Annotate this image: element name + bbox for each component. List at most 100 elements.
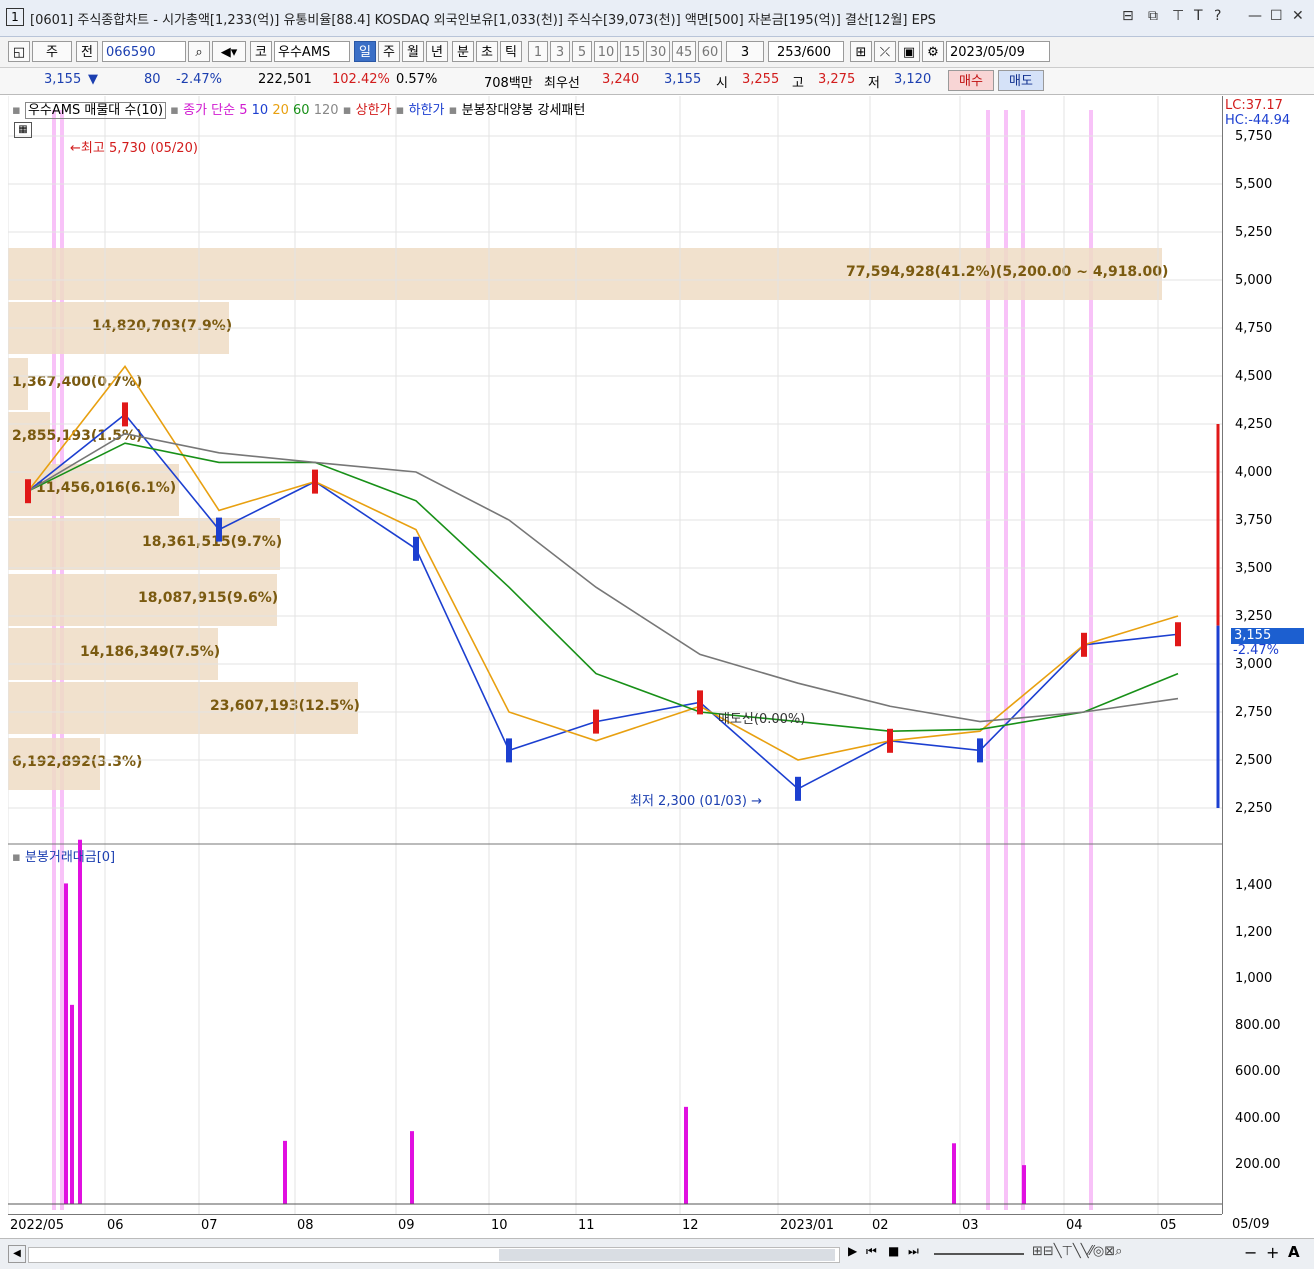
type-select[interactable]: 주 — [32, 41, 72, 62]
table-icon[interactable]: ▦ — [14, 122, 32, 138]
candle — [887, 728, 893, 753]
interval-5[interactable]: 5 — [572, 41, 592, 62]
help-icon[interactable]: ? — [1214, 8, 1221, 24]
minimize-icon[interactable]: — — [1248, 8, 1262, 24]
price-change: 80 — [144, 72, 161, 87]
candle — [506, 738, 512, 763]
window-number[interactable]: 1 — [6, 8, 24, 26]
volume-bar — [64, 883, 68, 1204]
legend-ma5[interactable]: 종가 단순 5 — [183, 103, 247, 118]
volume-tick-label: 1,000 — [1235, 971, 1273, 986]
price-axis[interactable]: LC:37.17 HC:-44.94 5,750 5,500 5,250 5,000 4… — [1222, 96, 1314, 1214]
volume-tick-label: 200.00 — [1235, 1157, 1281, 1172]
period-second[interactable]: 초 — [476, 41, 498, 62]
volume-tick-label: 1,200 — [1235, 924, 1273, 940]
period-minute[interactable]: 분 — [452, 41, 474, 62]
sell-button[interactable]: 매도 — [998, 70, 1044, 91]
interval-15[interactable]: 15 — [620, 41, 644, 62]
interval-1[interactable]: 1 — [528, 41, 548, 62]
scrollbar-thumb[interactable] — [499, 1249, 835, 1261]
font-size-button[interactable]: A — [1288, 1243, 1300, 1261]
time-tick-label: 2022/05 — [10, 1218, 65, 1233]
high-label: 고 — [792, 76, 804, 91]
legend-pattern[interactable]: 분봉장대양봉 강세패턴 — [462, 103, 586, 118]
date-input[interactable]: 2023/05/09 — [946, 41, 1050, 62]
chart-legend: ▪ 우수AMS 매물대 수(10) ▪ 종가 단순 5 10 20 60 120… — [12, 102, 586, 119]
interval-3[interactable]: 3 — [550, 41, 570, 62]
maximize-icon[interactable]: ☐ — [1270, 8, 1283, 24]
ma-line-close — [27, 413, 1179, 790]
legend-ma10[interactable]: 10 — [252, 103, 269, 118]
layout-icon[interactable]: ⊟ — [1122, 8, 1134, 24]
sound-icon[interactable]: ◀▾ — [212, 41, 246, 62]
forward-icon[interactable]: ⏭ — [908, 1244, 919, 1259]
legend-lower-limit[interactable]: 하한가 — [409, 103, 445, 118]
bar-count-input[interactable]: 253/600 — [768, 41, 844, 62]
legend-ma60[interactable]: 60 — [293, 103, 310, 118]
stock-code-input[interactable]: 066590 — [102, 41, 186, 62]
rewind-icon[interactable]: ⏮ — [866, 1244, 877, 1259]
close-icon[interactable]: ✕ — [1292, 8, 1304, 24]
title-bar: 1 [0601] 주식종합차트 - 시가총액[1,233(억)] 유통비율[88… — [0, 0, 1314, 37]
time-axis[interactable]: 2022/05 06 07 08 09 10 11 12 2023/01 02 03 04 05 — [8, 1214, 1222, 1237]
indicator-icon[interactable]: ⊞ — [850, 41, 872, 62]
candle — [25, 479, 31, 504]
prev-button[interactable]: 전 — [76, 41, 98, 62]
price-chart[interactable] — [8, 96, 1222, 1214]
interval-60[interactable]: 60 — [698, 41, 722, 62]
chart-area[interactable]: 77,594,928(41.2%)(5,200.00 ~ 4,918.00) 14… — [8, 96, 1222, 1214]
price-tick-label: 3,500 — [1235, 561, 1273, 576]
hc-label: HC:-44.94 — [1225, 113, 1291, 128]
interval-45[interactable]: 45 — [672, 41, 696, 62]
search-icon[interactable]: ⌕ — [188, 41, 210, 62]
period-tick[interactable]: 틱 — [500, 41, 522, 62]
time-tick-label: 06 — [107, 1218, 124, 1233]
zoom-out-icon[interactable]: − — [1244, 1243, 1257, 1262]
zoom-slider[interactable] — [934, 1253, 1024, 1255]
low-annotation: 최저 2,300 (01/03) → — [630, 794, 763, 809]
save-icon[interactable]: ▣ — [898, 41, 920, 62]
stop-icon[interactable]: ■ — [888, 1244, 899, 1258]
legend-stock[interactable]: 우수AMS 매물대 수(10) — [24, 102, 167, 119]
buy-button[interactable]: 매수 — [948, 70, 994, 91]
volume-panel-title-text: 분봉거래대금[0] — [24, 850, 116, 865]
scroll-left-icon[interactable]: ◀ — [8, 1245, 26, 1263]
legend-upper-limit[interactable]: 상한가 — [356, 103, 392, 118]
ma-line-120 — [27, 432, 1179, 723]
period-month[interactable]: 월 — [402, 41, 424, 62]
price-tick-label: 4,000 — [1235, 465, 1273, 480]
legend-ma20[interactable]: 20 — [272, 103, 289, 118]
interval-30[interactable]: 30 — [646, 41, 670, 62]
new-window-icon[interactable]: ⧉ — [1148, 8, 1158, 24]
count-select[interactable]: 3 — [726, 41, 764, 62]
zoom-in-icon[interactable]: + — [1266, 1243, 1279, 1262]
ma-line-60 — [27, 442, 1179, 733]
period-week[interactable]: 주 — [378, 41, 400, 62]
candle — [216, 517, 222, 542]
interval-10[interactable]: 10 — [594, 41, 618, 62]
stock-name-field[interactable]: 우수AMS — [274, 41, 350, 62]
volume-panel-title: ▪ 분봉거래대금[0] — [12, 850, 116, 865]
window-title: [0601] 주식종합차트 - 시가총액[1,233(억)] 유통비율[88.4… — [30, 13, 936, 28]
period-year[interactable]: 년 — [426, 41, 448, 62]
tool-icon[interactable]: ⤫ — [874, 41, 896, 62]
play-icon[interactable]: ▶ — [848, 1244, 857, 1258]
chart-type-icon[interactable]: ◱ — [8, 41, 30, 62]
time-tick-label: 04 — [1066, 1218, 1083, 1233]
volume-bar — [1022, 1165, 1026, 1204]
open-price: 3,255 — [742, 72, 780, 87]
high-price: 3,275 — [818, 72, 856, 87]
horizontal-scrollbar[interactable] — [28, 1247, 840, 1263]
change-pct: -2.47% — [176, 72, 222, 87]
sell-signal-annotation: 매도신(0.00%) — [718, 712, 806, 727]
price-tick-label: 2,500 — [1235, 753, 1273, 768]
drawing-tools-icon[interactable]: ⊞⊟╲⊤╲╲⁄⁄◎⊠⌕ — [1032, 1244, 1122, 1259]
price-tick-label: 5,250 — [1235, 225, 1273, 240]
price-tick-label: 4,250 — [1235, 417, 1273, 432]
gear-icon[interactable]: ⚙ — [922, 41, 944, 62]
legend-ma120[interactable]: 120 — [314, 103, 339, 118]
high-annotation-text: 최고 5,730 (05/20) — [80, 141, 198, 156]
font-icon[interactable]: T — [1194, 8, 1203, 24]
period-day[interactable]: 일 — [354, 41, 376, 62]
pin-icon[interactable]: ⊤ — [1172, 8, 1184, 24]
